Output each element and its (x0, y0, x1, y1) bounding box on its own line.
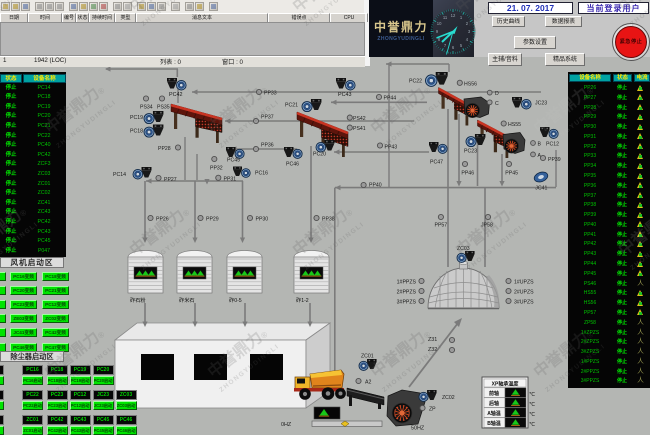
svg-text:PC42: PC42 (169, 92, 183, 98)
svg-text:PP46: PP46 (461, 171, 474, 177)
svg-text:PC21: PC21 (285, 103, 298, 109)
svg-text:PP39: PP39 (548, 157, 561, 163)
svg-text:PC16: PC16 (255, 171, 268, 177)
svg-text:前轴: 前轴 (489, 390, 499, 397)
svg-text:3#PPZS: 3#PPZS (397, 300, 417, 306)
svg-text:PC19: PC19 (130, 115, 143, 121)
svg-text:B轴温: B轴温 (487, 420, 501, 427)
svg-text:PC45: PC45 (227, 158, 240, 164)
svg-text:℃: ℃ (529, 422, 536, 428)
svg-text:PC43: PC43 (338, 92, 352, 98)
svg-text:JC23: JC23 (535, 101, 547, 107)
svg-text:PP36: PP36 (261, 143, 274, 149)
svg-text:2#PPZS: 2#PPZS (397, 290, 417, 296)
svg-text:12: 12 (451, 13, 456, 18)
svg-text:2#UPZS: 2#UPZS (514, 290, 534, 296)
svg-text:砟0-5: 砟0-5 (229, 296, 242, 304)
svg-text:℃: ℃ (529, 402, 536, 408)
svg-text:PS35: PS35 (157, 105, 170, 111)
svg-text:10: 10 (437, 21, 442, 26)
svg-text:A2: A2 (365, 380, 371, 386)
svg-text:A轴温: A轴温 (487, 410, 501, 417)
svg-text:PP57: PP57 (435, 223, 448, 229)
svg-text:PC46: PC46 (286, 162, 299, 168)
svg-text:PC23: PC23 (464, 149, 477, 155)
svg-text:JC41: JC41 (535, 186, 547, 192)
svg-text:砟石粉: 砟石粉 (130, 296, 146, 304)
svg-text:HS56: HS56 (464, 82, 477, 88)
svg-text:1#PPZS: 1#PPZS (397, 280, 417, 286)
svg-text:PP32: PP32 (210, 166, 223, 172)
svg-text:1#UPZS: 1#UPZS (514, 280, 534, 286)
svg-text:B: B (538, 142, 542, 148)
svg-text:PP31: PP31 (224, 177, 237, 183)
svg-text:0HZ: 0HZ (281, 422, 292, 428)
svg-text:PS34: PS34 (140, 105, 153, 111)
svg-text:3#UPZS: 3#UPZS (514, 300, 534, 306)
svg-text:PC47: PC47 (430, 160, 443, 166)
svg-text:℃: ℃ (529, 412, 536, 418)
svg-text:D: D (495, 91, 499, 97)
svg-text:PC18: PC18 (130, 129, 143, 135)
svg-text:50HZ: 50HZ (411, 426, 425, 431)
svg-text:PP30: PP30 (256, 217, 269, 223)
svg-text:PP45: PP45 (505, 171, 518, 177)
svg-text:PP27: PP27 (164, 177, 177, 183)
svg-text:11: 11 (443, 15, 448, 20)
svg-text:ZC02: ZC02 (442, 395, 455, 401)
svg-text:C: C (495, 101, 499, 107)
svg-text:PP40: PP40 (369, 183, 382, 189)
svg-text:PP28: PP28 (158, 146, 171, 152)
svg-text:PC14: PC14 (113, 172, 126, 178)
svg-text:PP29: PP29 (206, 217, 219, 223)
svg-text:砟米石: 砟米石 (179, 296, 195, 304)
svg-text:后轴: 后轴 (489, 400, 499, 407)
svg-text:℃: ℃ (529, 392, 536, 398)
svg-text:ZC01: ZC01 (361, 354, 374, 360)
svg-text:PC20: PC20 (313, 152, 326, 158)
svg-text:HS55: HS55 (508, 122, 521, 128)
svg-text:PS42: PS42 (353, 116, 366, 122)
svg-text:砟1-2: 砟1-2 (296, 296, 309, 304)
svg-text:PS41: PS41 (353, 126, 366, 132)
svg-text:PP44: PP44 (384, 96, 397, 102)
svg-text:XP轴承温度: XP轴承温度 (492, 381, 520, 388)
svg-text:ZP: ZP (429, 407, 436, 413)
